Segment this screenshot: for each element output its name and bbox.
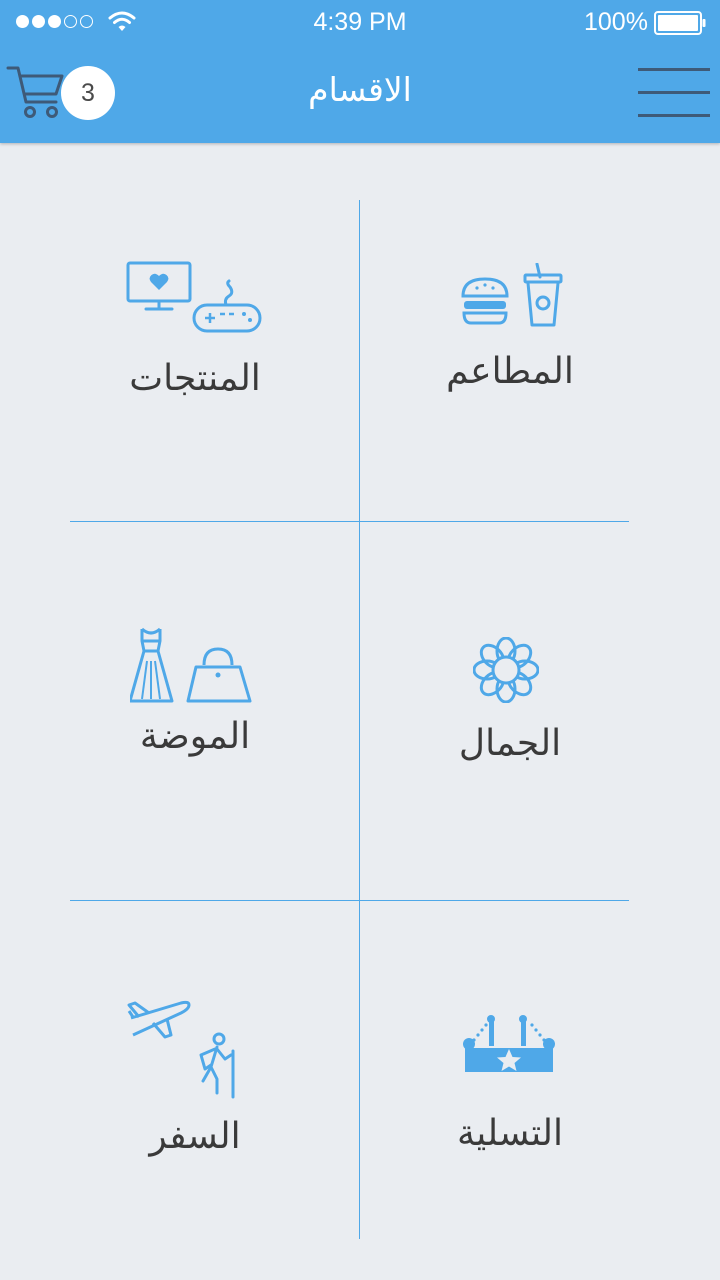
categories-grid: المطاعم المنتجات الجمال الموضة التسلية ا… — [0, 143, 720, 1280]
category-tile-beauty[interactable]: الجمال — [370, 543, 650, 883]
nav-bar: 3 الاقسام — [0, 46, 720, 143]
status-bar: 4:39 PM 100% — [0, 0, 720, 46]
plane-hiker-icon — [127, 1000, 235, 1099]
category-label: الجمال — [458, 723, 562, 764]
dress-handbag-icon — [130, 627, 252, 703]
category-label: الموضة — [139, 716, 251, 757]
battery-percent: 100% — [584, 8, 648, 36]
cart-icon[interactable] — [6, 62, 66, 122]
electronics-gamepad-icon — [126, 261, 262, 333]
category-tile-travel[interactable]: السفر — [55, 918, 335, 1238]
category-label: المطاعم — [446, 351, 574, 392]
grid-divider-horizontal — [70, 900, 629, 901]
menu-line — [638, 91, 710, 94]
category-label: المنتجات — [129, 358, 261, 399]
hamburger-menu-icon[interactable] — [638, 66, 710, 120]
category-tile-restaurants[interactable]: المطاعم — [370, 203, 650, 513]
grid-divider-horizontal — [70, 521, 629, 522]
flower-icon — [473, 637, 539, 703]
category-tile-products[interactable]: المنتجات — [55, 203, 335, 513]
menu-line — [638, 68, 710, 71]
page-title: الاقسام — [308, 70, 412, 109]
battery-icon — [654, 11, 706, 35]
food-drink-icon — [461, 263, 563, 327]
entertainment-stage-icon — [463, 1015, 555, 1072]
category-tile-fashion[interactable]: الموضة — [55, 543, 335, 883]
app-screen: 4:39 PM 100% 3 الاقسام المطاعم المنتجات … — [0, 0, 720, 1280]
header: 4:39 PM 100% 3 الاقسام — [0, 0, 720, 143]
menu-line — [638, 114, 710, 117]
category-label: السفر — [149, 1116, 241, 1157]
cart-count-badge[interactable]: 3 — [61, 66, 115, 120]
category-label: التسلية — [456, 1113, 564, 1154]
category-tile-entertainment[interactable]: التسلية — [370, 918, 650, 1238]
grid-divider-vertical — [359, 200, 360, 1239]
